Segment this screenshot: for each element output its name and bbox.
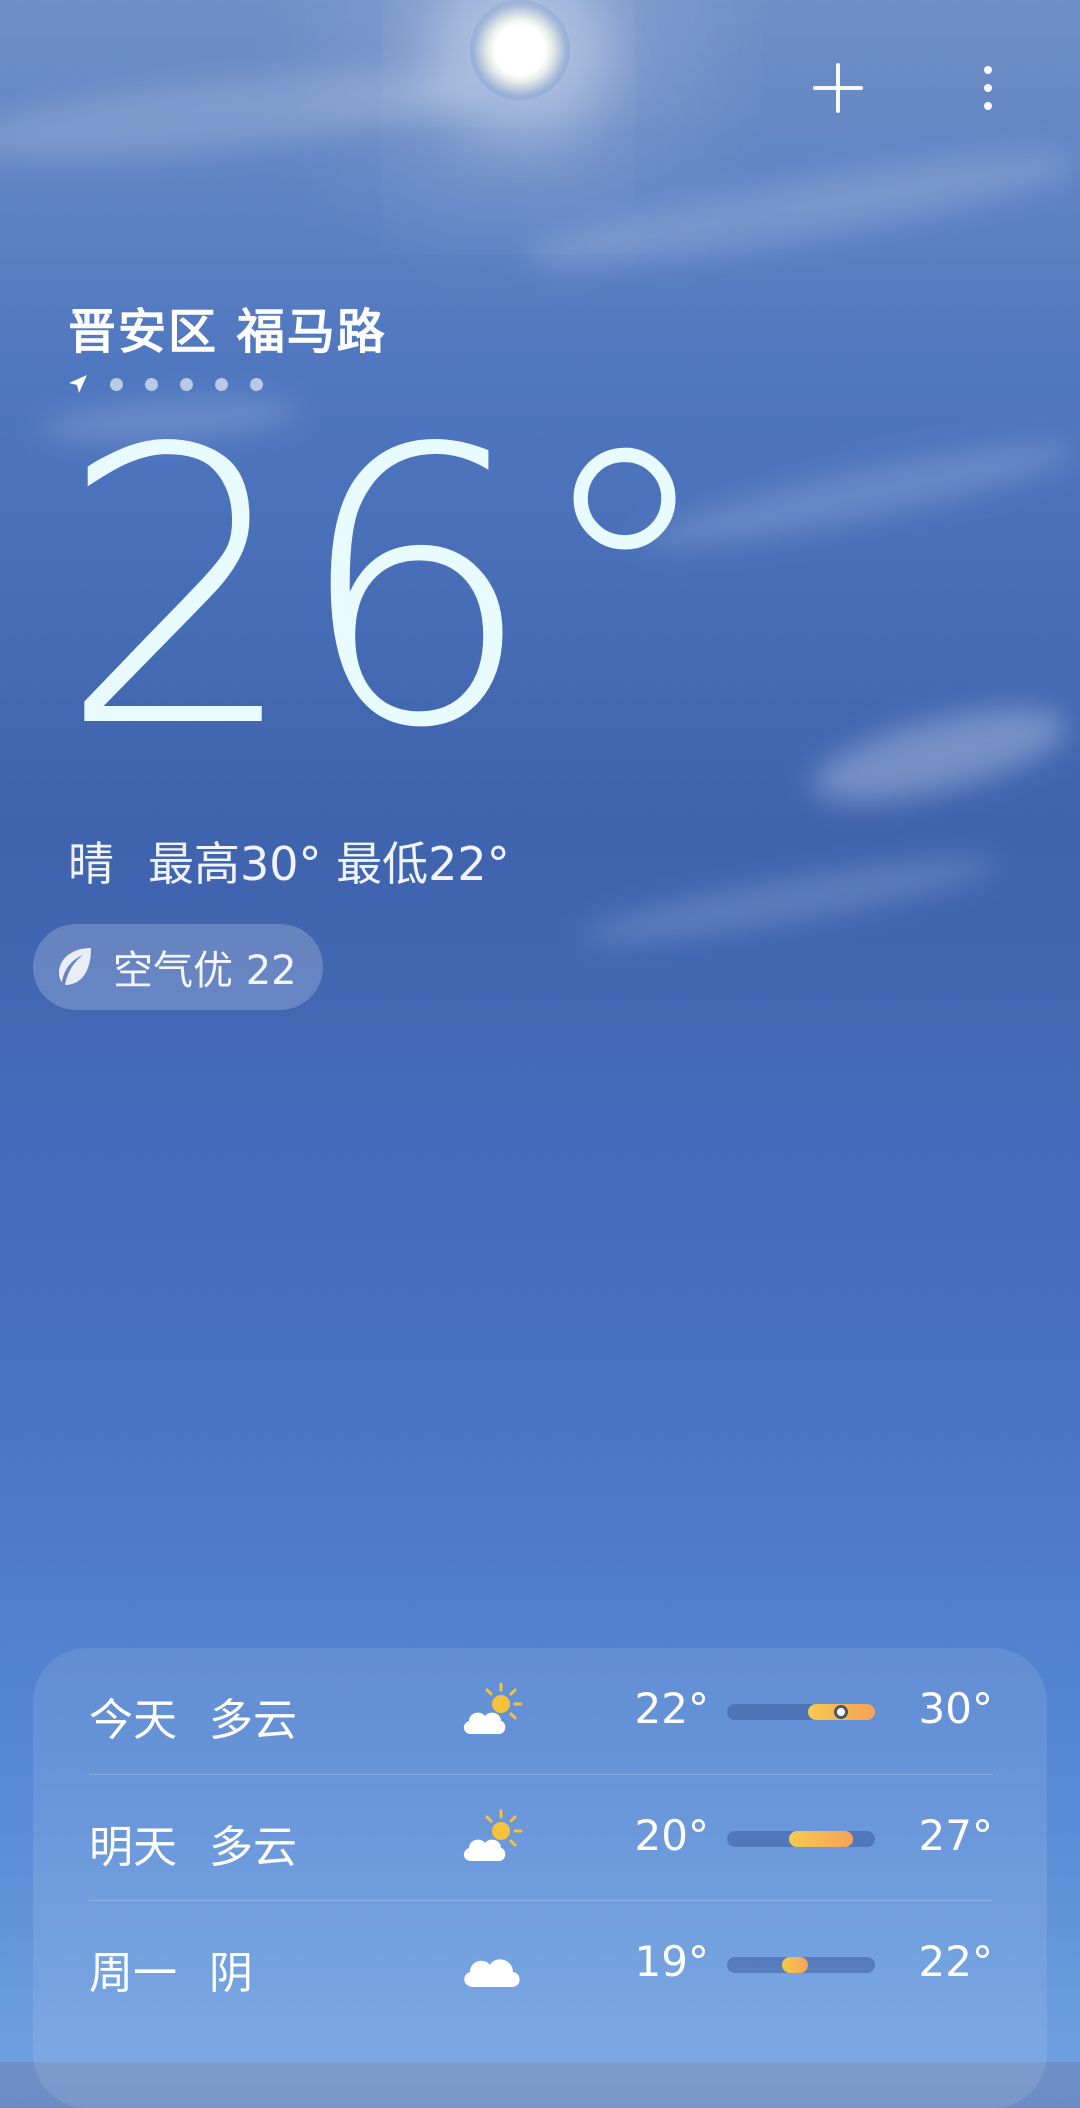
forecast-day: 今天 (89, 1695, 177, 1746)
cloud-icon (464, 1959, 520, 1987)
forecast-high: 30° (918, 1684, 993, 1733)
forecast-day: 周一 (89, 1948, 177, 1999)
plus-icon[interactable] (800, 50, 876, 126)
air-quality-label: 空气优 22 (113, 948, 297, 994)
forecast-row[interactable]: 今天 多云 22° 30° (89, 1648, 993, 1774)
forecast-day: 明天 (89, 1822, 177, 1873)
sun-graphic (470, 0, 570, 100)
current-condition: 晴 (68, 837, 114, 891)
forecast-row[interactable]: 周一 阴 19° 22° (89, 1900, 993, 2027)
forecast-high: 22° (918, 1937, 993, 1986)
forecast-high: 27° (918, 1811, 993, 1860)
more-dot (984, 66, 992, 74)
temperature-range-fill (781, 1957, 809, 1973)
temperature-range-fill (789, 1831, 853, 1847)
weather-summary: 晴最高30° 最低22° (68, 828, 510, 894)
more-dot (984, 84, 992, 92)
cloud-wisp (0, 53, 483, 177)
forecast-condition: 多云 (209, 1695, 297, 1746)
forecast-low: 22° (634, 1684, 709, 1733)
forecast-low: 19° (634, 1937, 709, 1986)
more-dot (984, 102, 992, 110)
forecast-condition: 阴 (209, 1948, 253, 1999)
partly-cloudy-icon (463, 1682, 523, 1734)
daily-forecast-card[interactable]: 今天 多云 22° 30° 明天 多云 20° 27° 周一 阴 19° 22° (33, 1648, 1047, 2108)
cloud-wisp (805, 689, 1075, 821)
forecast-low: 20° (634, 1811, 709, 1860)
partly-cloudy-icon (463, 1809, 523, 1861)
temperature-range-bar (727, 1957, 875, 1973)
cloud-wisp (579, 843, 1001, 957)
forecast-condition: 多云 (209, 1822, 297, 1873)
high-low-temperature: 最高30° 最低22° (148, 837, 510, 891)
current-temperature-marker (833, 1705, 848, 1719)
top-actions (780, 48, 1080, 128)
current-temperature: 26° (58, 368, 720, 811)
location-name[interactable]: 晋安区 福马路 (68, 292, 387, 362)
temperature-range-bar (727, 1831, 875, 1847)
cloud-wisp (519, 131, 1080, 289)
temperature-range-bar (727, 1704, 875, 1720)
more-vertical-icon[interactable] (960, 50, 1016, 126)
forecast-row[interactable]: 明天 多云 20° 27° (89, 1774, 993, 1901)
air-quality-badge[interactable]: 空气优 22 (33, 924, 323, 1010)
leaf-icon (59, 948, 91, 985)
